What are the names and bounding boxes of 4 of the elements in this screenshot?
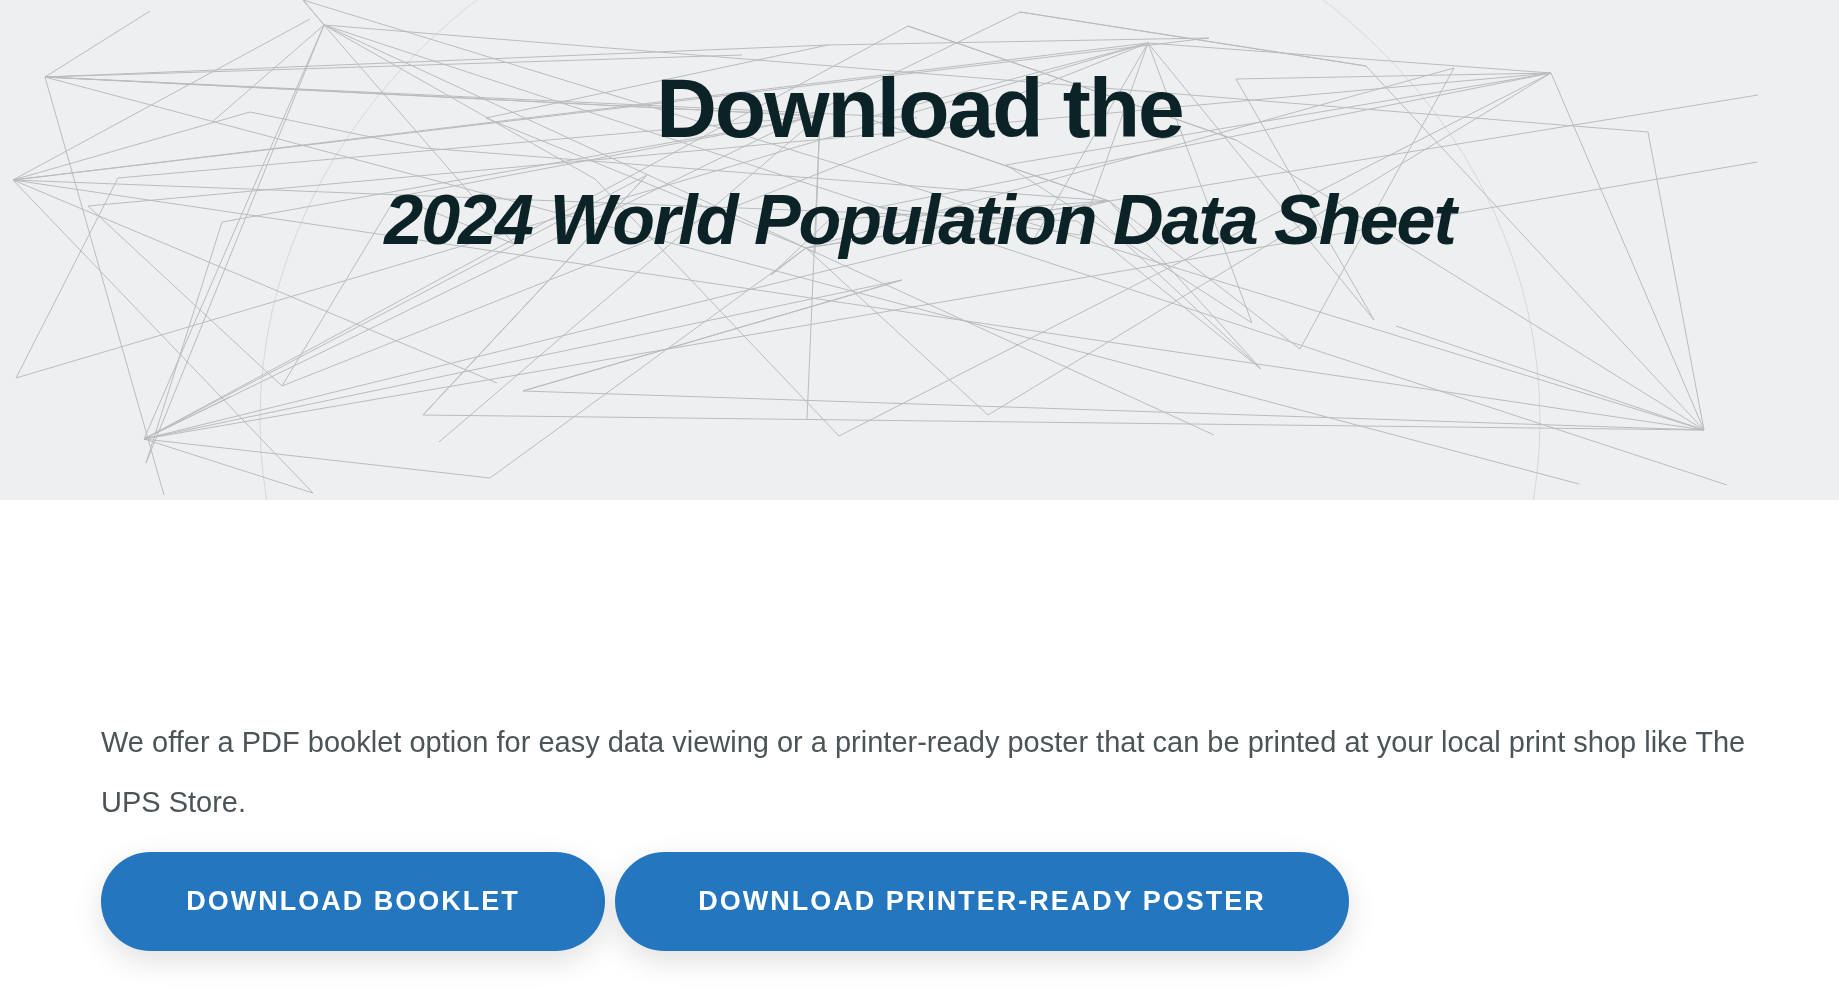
- page-title: Download the: [656, 60, 1183, 157]
- description-text: We offer a PDF booklet option for easy data viewing or a printer-ready poster that can be printed at your local print shop like The UPS Store.: [101, 725, 1747, 820]
- download-button[interactable]: DOWNLOAD PRINTER-READY POSTER: [615, 852, 1349, 951]
- download-button[interactable]: DOWNLOAD BOOKLET: [101, 852, 605, 951]
